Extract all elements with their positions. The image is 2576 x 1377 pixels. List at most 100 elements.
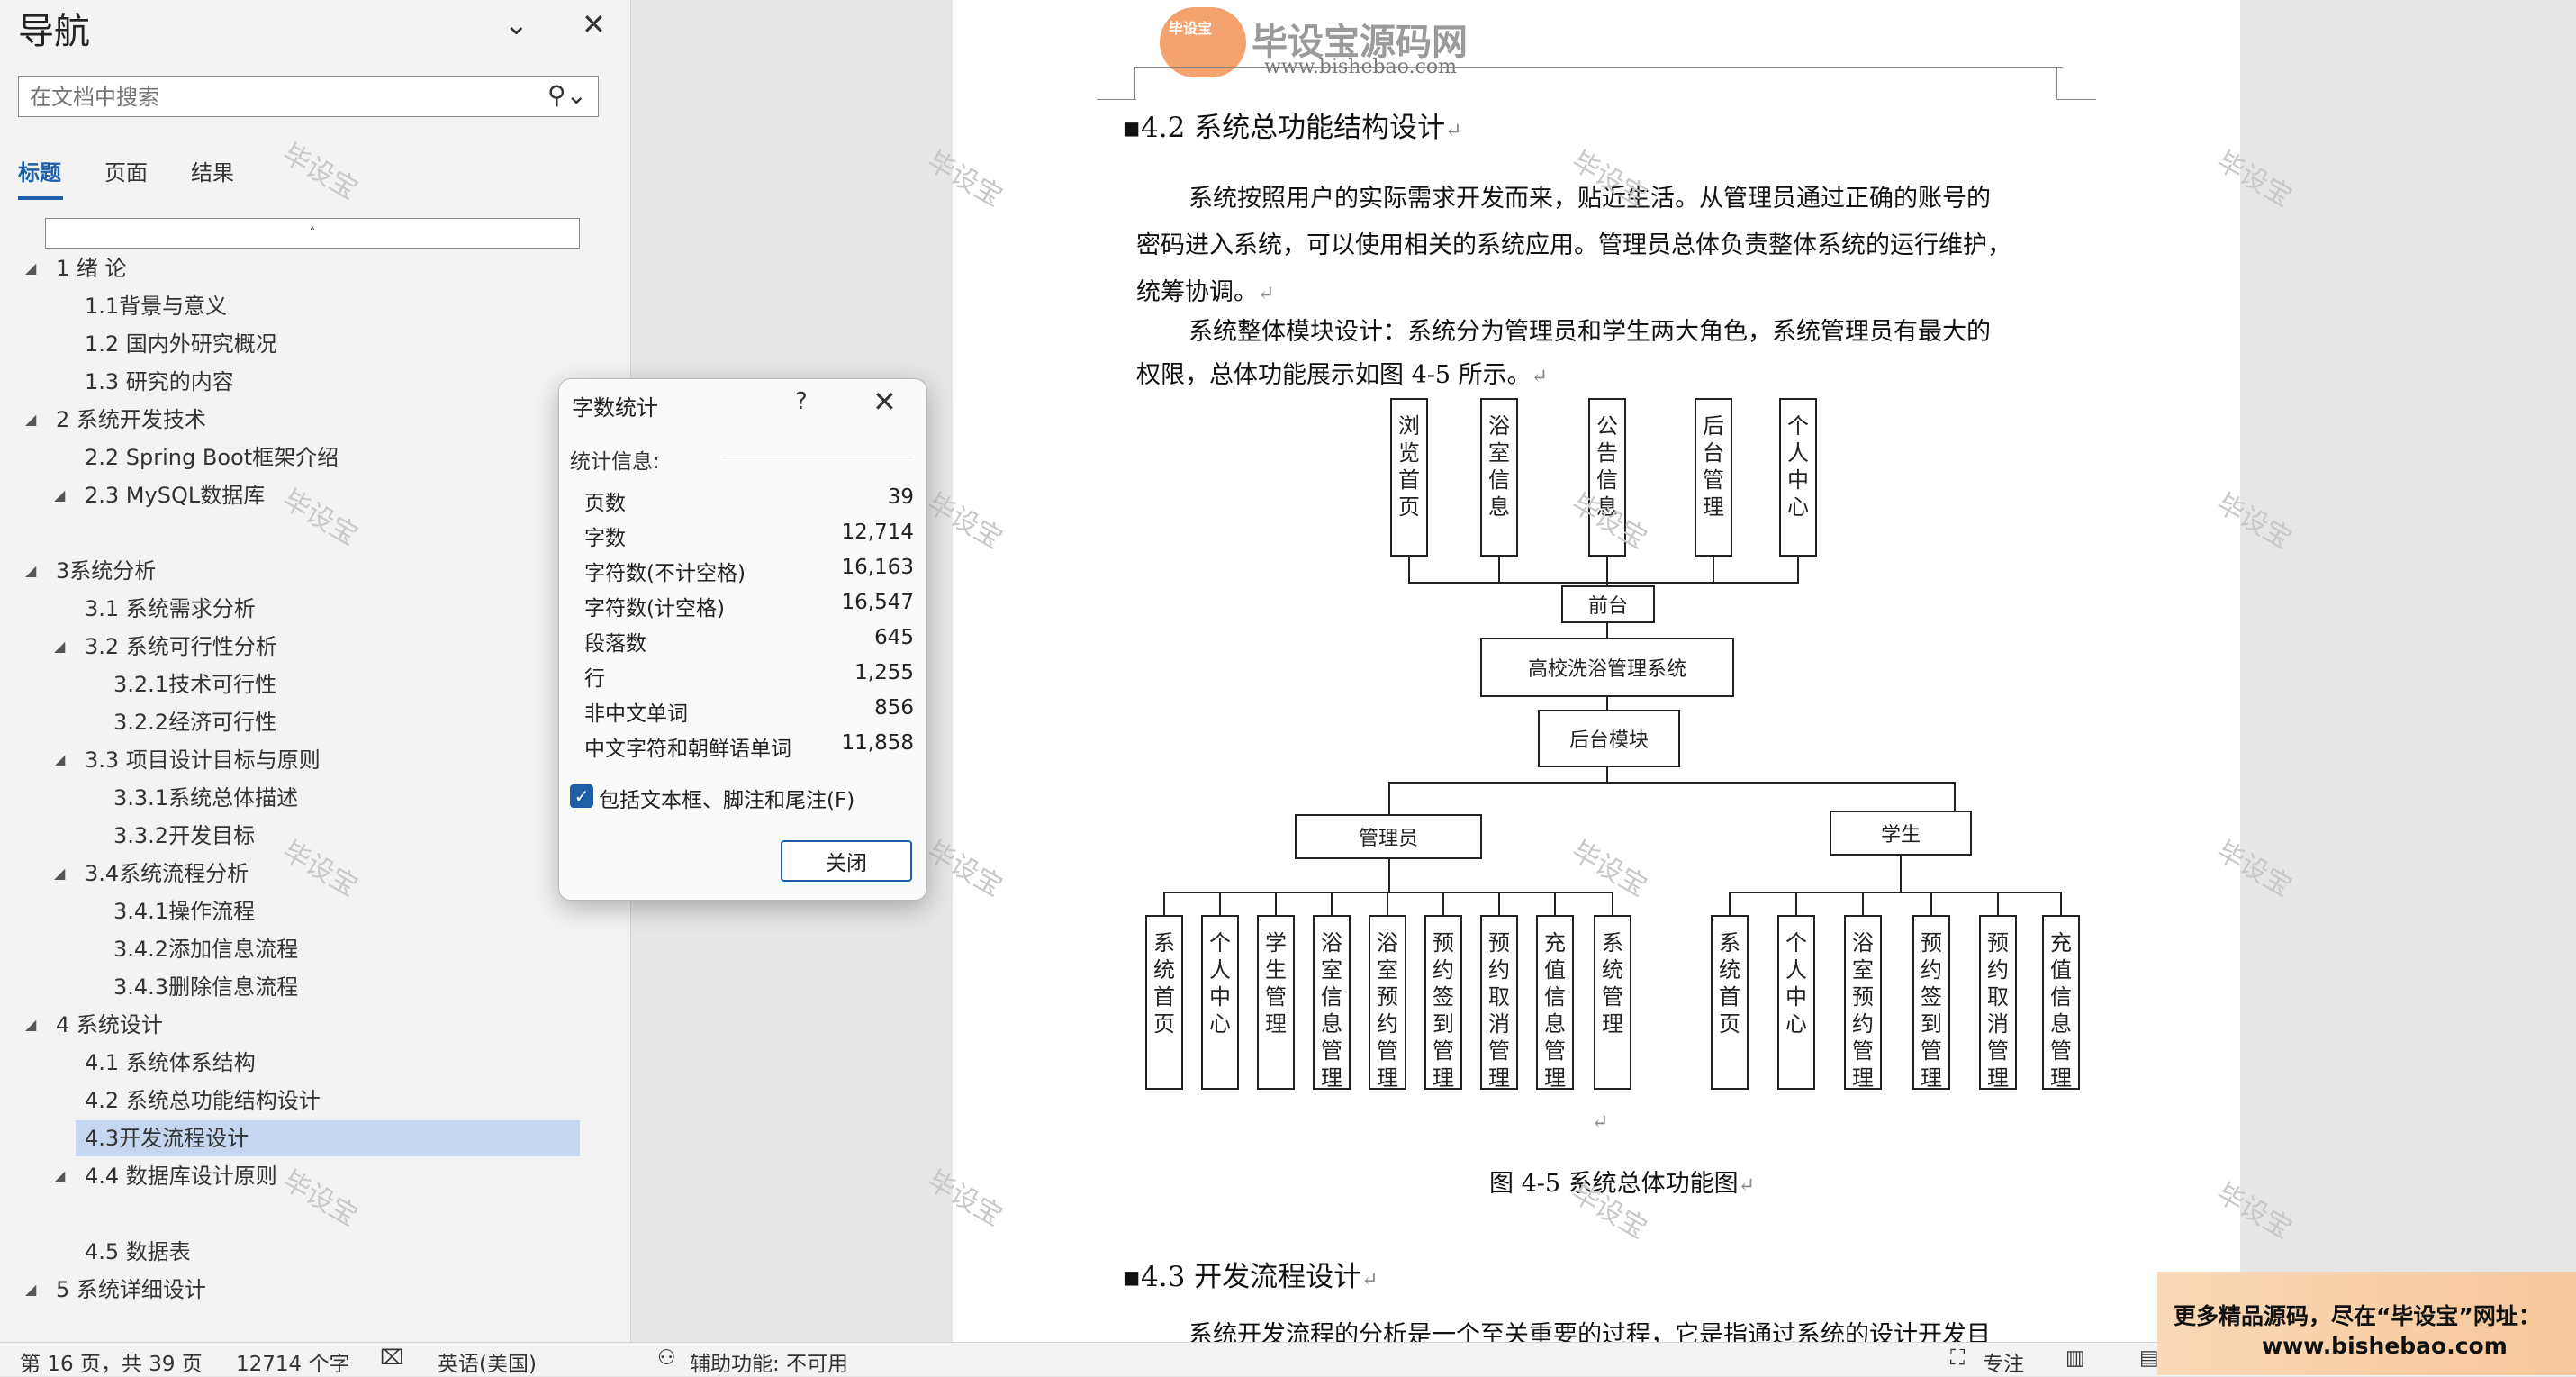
toc-item[interactable]: 4.2 系统总功能结构设计 xyxy=(85,1083,321,1119)
dialog-title: 字数统计 xyxy=(572,395,658,421)
toc-item-label: 4.5 数据表 xyxy=(85,1239,191,1264)
chevron-down-icon[interactable]: ⌄ xyxy=(504,7,529,41)
connector-line xyxy=(1388,782,1956,784)
toc-item[interactable]: 4.4 数据库设计原则 xyxy=(85,1158,277,1194)
toc-item[interactable]: 2.3 MySQL数据库 xyxy=(85,477,265,513)
include-textboxes-checkbox[interactable]: ✓ xyxy=(570,784,593,808)
top-module-box: 后台管理 xyxy=(1695,398,1732,557)
language-indicator[interactable]: 英语(美国) xyxy=(438,1346,537,1377)
include-textboxes-label[interactable]: 包括文本框、脚注和尾注(F) xyxy=(599,783,854,813)
search-icon[interactable]: ⚲⌄ xyxy=(547,80,587,110)
heading-4-2: ▪4.2 系统总功能结构设计↵ xyxy=(1122,112,1462,144)
stat-value: 11,858 xyxy=(841,731,914,755)
toc-item[interactable]: 3.4.3删除信息流程 xyxy=(113,969,298,1005)
expand-arrow-icon[interactable]: ◢ xyxy=(25,259,36,276)
system-node: 高校洗浴管理系统 xyxy=(1480,638,1734,697)
toc-item[interactable]: 3.2.2经济可行性 xyxy=(113,704,276,740)
toc-item[interactable]: 1.2 国内外研究概况 xyxy=(85,326,277,362)
stat-row: 字数 12,714 xyxy=(584,521,914,555)
toc-item-label: 4.4 数据库设计原则 xyxy=(85,1164,277,1189)
toc-item[interactable]: 4 系统设计 xyxy=(56,1007,163,1043)
connector-line xyxy=(1163,892,1613,893)
expand-arrow-icon[interactable]: ◢ xyxy=(25,562,36,579)
toc-item[interactable]: 3.3.1系统总体描述 xyxy=(113,780,298,816)
focus-mode[interactable]: 专注 xyxy=(1983,1346,2024,1377)
expand-arrow-icon[interactable]: ◢ xyxy=(54,751,65,768)
proofing-icon[interactable]: ⌧ xyxy=(380,1346,404,1370)
toc-item[interactable]: 2 系统开发技术 xyxy=(56,402,206,438)
toc-item-label: 3.1 系统需求分析 xyxy=(85,596,256,621)
stat-label: 中文字符和朝鲜语单词 xyxy=(584,738,791,761)
toc-item[interactable]: 1.3 研究的内容 xyxy=(85,364,234,400)
word-count[interactable]: 12714 个字 xyxy=(236,1346,349,1377)
toc-item[interactable]: 3.3 项目设计目标与原则 xyxy=(85,742,321,778)
expand-arrow-icon[interactable]: ◢ xyxy=(54,865,65,882)
toc-item[interactable]: 4.3开发流程设计 xyxy=(76,1120,580,1156)
toc-item-label: 1.2 国内外研究概况 xyxy=(85,331,277,357)
ad-url[interactable]: www.bishebao.com xyxy=(2262,1333,2508,1359)
dialog-close-icon[interactable]: ✕ xyxy=(872,385,897,419)
tab-results[interactable]: 结果 xyxy=(191,155,234,186)
expand-arrow-icon[interactable]: ◢ xyxy=(25,411,36,428)
close-button[interactable]: 关闭 xyxy=(781,840,912,882)
help-button[interactable]: ? xyxy=(795,388,808,415)
stat-row: 行 1,255 xyxy=(584,661,914,695)
stat-label: 字符数(不计空格) xyxy=(584,562,746,585)
toc-item[interactable]: 3.2 系统可行性分析 xyxy=(85,629,277,665)
paragraph-3-line-1: 系统开发流程的分析是一个至关重要的过程，它是指通过系统的设计开发目 xyxy=(1189,1321,1991,1342)
connector-line xyxy=(1606,697,1608,710)
backend-node: 后台模块 xyxy=(1538,710,1680,767)
stat-row: 非中文单词 856 xyxy=(584,696,914,730)
toc-item[interactable]: 4.1 系统体系结构 xyxy=(85,1045,256,1081)
stat-value: 39 xyxy=(887,485,914,509)
toc-item[interactable]: 5 系统详细设计 xyxy=(56,1272,206,1308)
expand-arrow-icon[interactable]: ◢ xyxy=(54,638,65,655)
toc-item[interactable]: 4.5 数据表 xyxy=(85,1234,191,1270)
search-box[interactable]: ⚲⌄ xyxy=(18,76,599,117)
toc-item-label: 4 系统设计 xyxy=(56,1012,163,1037)
read-mode-icon[interactable]: ▥ xyxy=(2065,1346,2085,1370)
close-icon[interactable]: ✕ xyxy=(582,7,606,41)
toc-item[interactable]: 3.1 系统需求分析 xyxy=(85,591,256,627)
paragraph-1-line-1: 系统按照用户的实际需求开发而来，贴近生活。从管理员通过正确的账号的 xyxy=(1189,185,1991,213)
tab-headings[interactable]: 标题 xyxy=(18,155,61,186)
admin-module-box: 预约签到管理 xyxy=(1424,915,1462,1091)
admin-module-box: 系统首页 xyxy=(1145,915,1183,1090)
toc-item[interactable]: 2.2 Spring Boot框架介绍 xyxy=(85,439,339,476)
tab-pages[interactable]: 页面 xyxy=(104,155,148,186)
expand-arrow-icon[interactable]: ◢ xyxy=(25,1281,36,1298)
connector-line xyxy=(1900,856,1902,893)
collapse-all-button[interactable]: ˄ xyxy=(45,218,580,249)
toc-item[interactable]: 1.1背景与意义 xyxy=(85,288,227,324)
toc-item-label: 3.3.1系统总体描述 xyxy=(113,785,299,811)
print-layout-icon[interactable]: ▤ xyxy=(2139,1346,2159,1370)
accessibility-status[interactable]: 辅助功能: 不可用 xyxy=(690,1346,848,1377)
connector-line xyxy=(1275,892,1277,915)
stat-value: 645 xyxy=(874,626,914,649)
header-line-left xyxy=(1097,99,1136,100)
stat-row: 页数 39 xyxy=(584,485,914,520)
toc-item[interactable]: 3.2.1技术可行性 xyxy=(113,666,276,702)
stat-value: 12,714 xyxy=(841,521,914,544)
stat-value: 16,163 xyxy=(841,556,914,579)
toc-item[interactable]: 3系统分析 xyxy=(56,553,156,589)
toc-item[interactable]: 1 绪 论 xyxy=(56,250,127,286)
expand-arrow-icon[interactable]: ◢ xyxy=(54,1167,65,1184)
toc-item[interactable]: 3.4.2添加信息流程 xyxy=(113,931,298,967)
expand-arrow-icon[interactable]: ◢ xyxy=(25,1016,36,1033)
toc-item-label: 2.2 Spring Boot框架介绍 xyxy=(85,445,339,470)
toc-item[interactable]: 3.3.2开发目标 xyxy=(113,818,255,854)
document-page[interactable]: 毕设宝 毕设宝源码网 www.bishebao.com ▪4.2 系统总功能结构… xyxy=(953,0,2240,1342)
toc-item[interactable]: 3.4系统流程分析 xyxy=(85,856,249,892)
ad-banner[interactable]: 更多精品源码，尽在“毕设宝”网址： www.bishebao.com xyxy=(2157,1272,2576,1375)
statistics-label: 统计信息: xyxy=(570,450,660,474)
toc-item-label: 2 系统开发技术 xyxy=(56,407,206,432)
page-count[interactable]: 第 16 页，共 39 页 xyxy=(20,1346,203,1377)
admin-module-box: 个人中心 xyxy=(1201,915,1239,1090)
toc-item-label: 3系统分析 xyxy=(56,558,157,584)
search-input[interactable] xyxy=(28,82,536,113)
paragraph-2-line-2: 权限，总体功能展示如图 4-5 所示。↵ xyxy=(1136,361,1549,389)
expand-arrow-icon[interactable]: ◢ xyxy=(54,486,65,503)
focus-icon[interactable]: ⛶ xyxy=(1950,1346,1965,1370)
toc-item[interactable]: 3.4.1操作流程 xyxy=(113,893,255,929)
